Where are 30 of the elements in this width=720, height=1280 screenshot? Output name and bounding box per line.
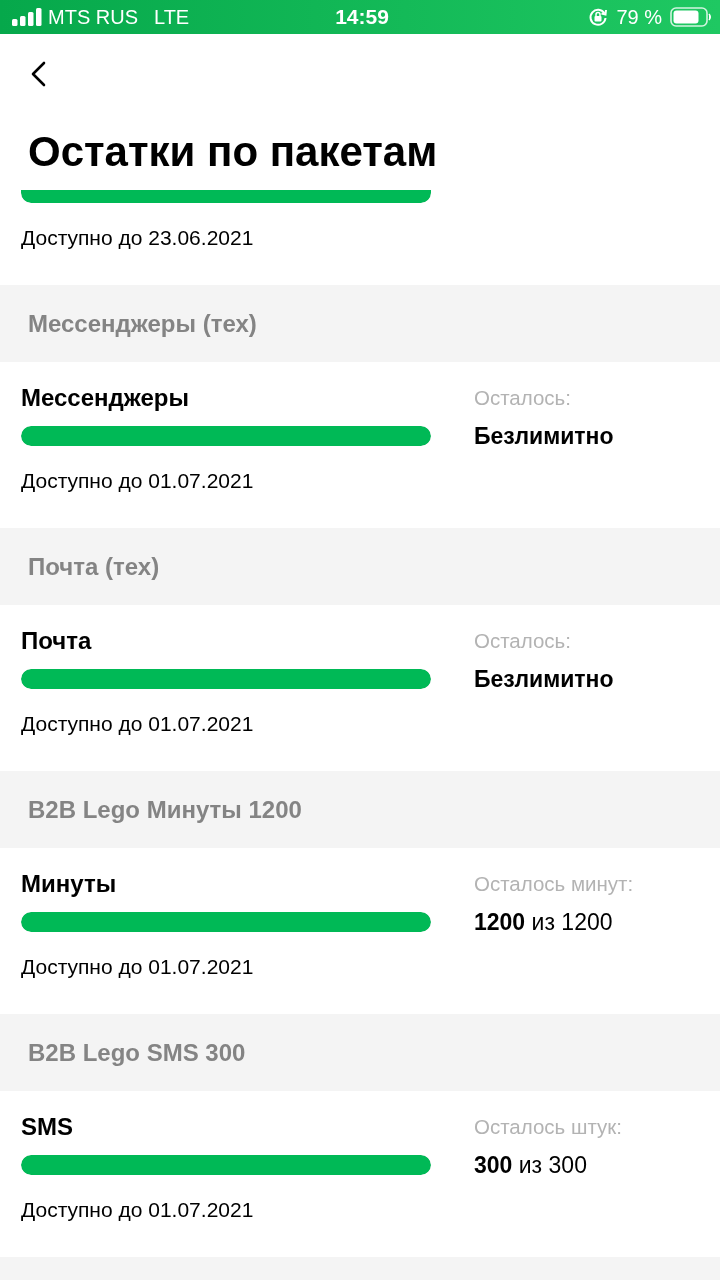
expiry-date: Доступно до 23.06.2021 (21, 226, 255, 250)
remaining-value: Безлимитно (474, 665, 614, 693)
network-type: LTE (154, 5, 190, 29)
remaining-label: Осталось минут: (474, 871, 634, 897)
section-title: B2B Lego Минуты 1200 (28, 795, 302, 824)
package-name: SMS (21, 1113, 73, 1141)
section-title: B2B Lego SMS 300 (28, 1038, 246, 1067)
package-name: Минуты (21, 870, 117, 898)
expiry-date: Доступно до 01.07.2021 (21, 712, 254, 736)
remaining-label: Осталось штук: (474, 1114, 622, 1140)
carrier-name: MTS RUS (48, 5, 138, 29)
remaining-label: Осталось: (474, 628, 571, 654)
chevron-left-icon (30, 61, 46, 87)
package-name: Почта (21, 627, 92, 655)
remaining-value: 300 из 300 (474, 1151, 587, 1179)
rotation-lock-icon (588, 7, 609, 27)
battery-percent: 79 % (616, 5, 662, 29)
expiry-date: Доступно до 01.07.2021 (21, 1198, 254, 1222)
expiry-date: Доступно до 01.07.2021 (21, 955, 254, 979)
package-name: Мессенджеры (21, 384, 189, 412)
battery-icon (670, 7, 712, 27)
section-title: Почта (тех) (28, 552, 160, 581)
signal-icon (12, 8, 42, 26)
page-title: Остатки по пакетам (28, 128, 439, 176)
remaining-value: 1200 из 1200 (474, 908, 613, 936)
status-time: 14:59 (335, 5, 389, 29)
remaining-value: Безлимитно (474, 422, 614, 450)
remaining-label: Осталось: (474, 385, 571, 411)
section-title: Мессенджеры (тех) (28, 309, 257, 338)
expiry-date: Доступно до 01.07.2021 (21, 469, 254, 493)
